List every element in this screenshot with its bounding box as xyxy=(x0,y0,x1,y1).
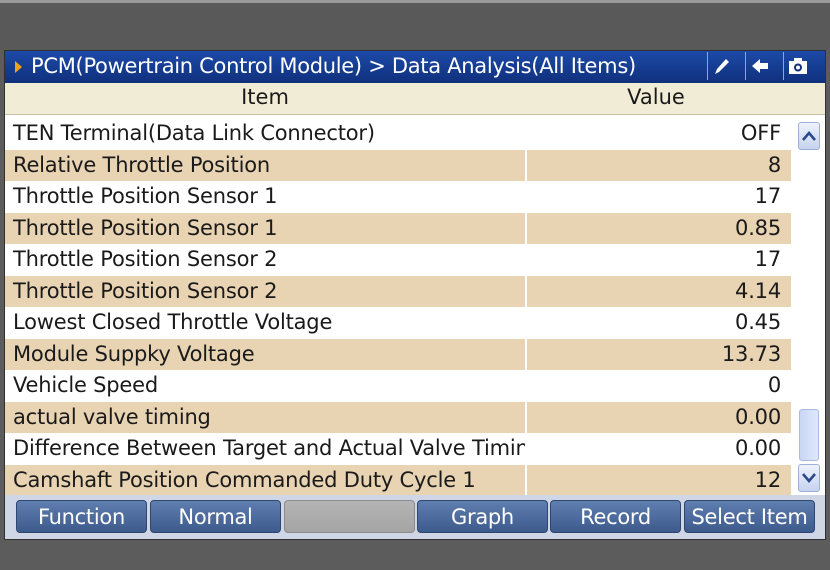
table-row[interactable]: TEN Terminal(Data Link Connector) OFF xyxy=(5,118,793,150)
select-item-button[interactable]: Select Item xyxy=(684,500,815,533)
row-value: 0 xyxy=(767,373,781,397)
capture-icon[interactable] xyxy=(783,52,812,80)
table-row[interactable]: Throttle Position Sensor 2 17 xyxy=(5,244,793,276)
data-list: TEN Terminal(Data Link Connector) OFF Rel… xyxy=(5,118,793,496)
table-row[interactable]: Throttle Position Sensor 1 0.85 xyxy=(5,212,793,244)
record-button[interactable]: Record xyxy=(550,500,681,533)
row-value: 0.00 xyxy=(527,401,791,433)
row-value: 13.73 xyxy=(527,338,791,370)
data-analysis-window: PCM(Powertrain Control Module) > Data An… xyxy=(4,50,826,540)
row-item: Module Suppky Voltage xyxy=(5,338,525,370)
row-item: Lowest Closed Throttle Voltage xyxy=(13,310,333,334)
title-arrow-icon xyxy=(15,61,22,73)
table-row[interactable]: actual valve timing 0.00 xyxy=(5,401,793,433)
chevron-up-icon xyxy=(802,131,816,141)
table-row[interactable]: Throttle Position Sensor 1 17 xyxy=(5,181,793,213)
row-value: 0.00 xyxy=(735,436,781,460)
table-row[interactable]: Lowest Closed Throttle Voltage 0.45 xyxy=(5,307,793,339)
table-row[interactable]: Module Suppky Voltage 13.73 xyxy=(5,338,793,370)
table-row[interactable]: Throttle Position Sensor 2 4.14 xyxy=(5,275,793,307)
row-value: 17 xyxy=(754,184,782,208)
row-value: OFF xyxy=(740,121,781,145)
back-arrow-icon[interactable] xyxy=(745,52,774,80)
normal-button[interactable]: Normal xyxy=(150,500,281,533)
chevron-down-icon xyxy=(802,473,816,483)
scroll-up-button[interactable] xyxy=(798,122,820,150)
item-column-header: Item xyxy=(241,85,289,109)
scroll-down-button[interactable] xyxy=(798,464,820,492)
row-item: Difference Between Target and Actual Val… xyxy=(13,436,525,460)
value-column-header: Value xyxy=(627,85,685,109)
row-value: 17 xyxy=(754,247,782,271)
function-button-bar: Function Normal Graph Record Select Item xyxy=(5,495,825,539)
scroll-thumb[interactable] xyxy=(799,409,819,461)
vertical-scrollbar[interactable] xyxy=(796,118,822,495)
function-button[interactable]: Function xyxy=(16,500,147,533)
graph-button[interactable]: Graph xyxy=(417,500,548,533)
table-row[interactable]: Difference Between Target and Actual Val… xyxy=(5,433,793,465)
bottom-frame xyxy=(0,540,830,570)
table-row[interactable]: Relative Throttle Position 8 xyxy=(5,149,793,181)
row-item: Throttle Position Sensor 1 xyxy=(5,212,525,244)
row-item: TEN Terminal(Data Link Connector) xyxy=(13,121,375,145)
top-frame xyxy=(0,0,830,50)
row-value: 4.14 xyxy=(527,275,791,307)
table-header: Item Value xyxy=(5,83,825,115)
row-item: Relative Throttle Position xyxy=(5,149,525,181)
row-value: 8 xyxy=(527,149,791,181)
row-item: Vehicle Speed xyxy=(13,373,159,397)
window-title: PCM(Powertrain Control Module) > Data An… xyxy=(31,54,636,78)
row-value: 0.45 xyxy=(735,310,781,334)
row-item: Throttle Position Sensor 2 xyxy=(13,247,278,271)
title-bar: PCM(Powertrain Control Module) > Data An… xyxy=(5,51,825,83)
row-item: actual valve timing xyxy=(5,401,525,433)
row-item: Throttle Position Sensor 1 xyxy=(13,184,278,208)
row-item: Throttle Position Sensor 2 xyxy=(5,275,525,307)
row-value: 12 xyxy=(527,464,791,496)
empty-button xyxy=(284,500,415,533)
table-row[interactable]: Camshaft Position Commanded Duty Cycle 1… xyxy=(5,464,793,496)
row-value: 0.85 xyxy=(527,212,791,244)
edit-icon[interactable] xyxy=(707,52,736,80)
table-row[interactable]: Vehicle Speed 0 xyxy=(5,370,793,402)
row-item: Camshaft Position Commanded Duty Cycle 1 xyxy=(5,464,525,496)
